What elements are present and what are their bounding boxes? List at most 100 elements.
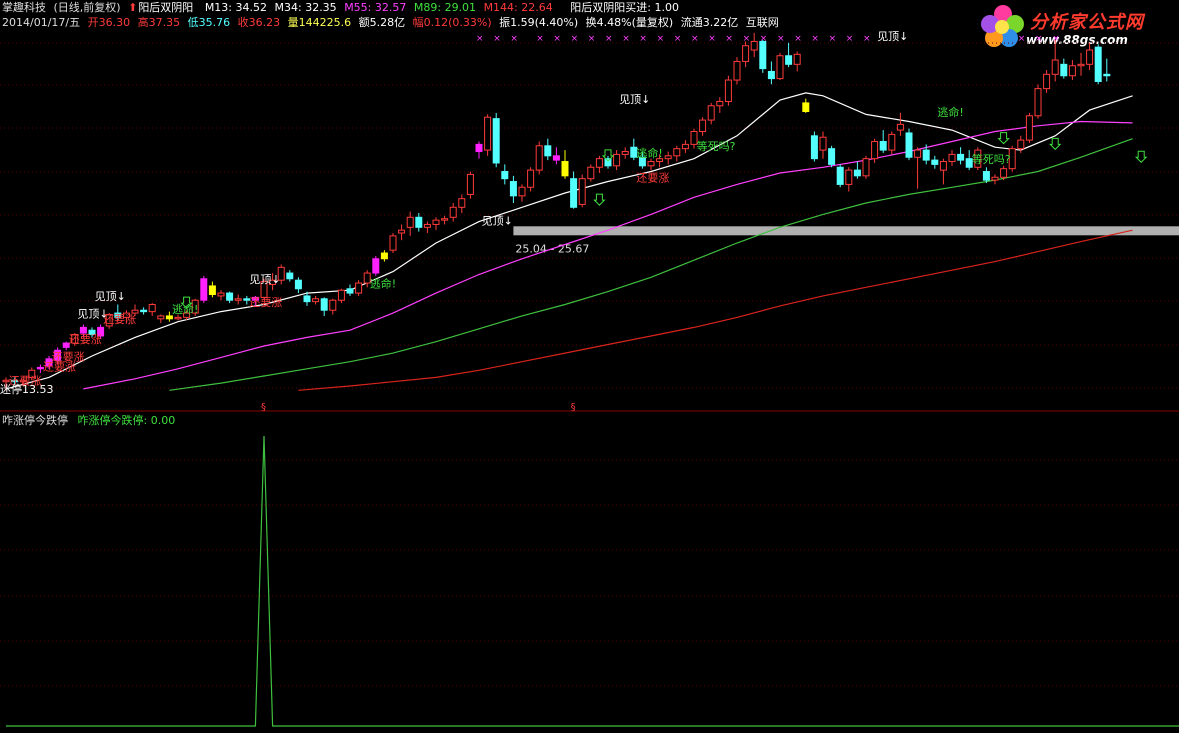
candle — [613, 150, 621, 171]
candle — [475, 141, 483, 159]
x-marker: × — [760, 34, 768, 44]
candle — [337, 288, 345, 304]
candle-body — [165, 315, 173, 320]
candle-body — [527, 169, 535, 188]
candle-body — [1025, 115, 1033, 141]
sub-indicator-line — [6, 435, 1179, 727]
candle-body — [1077, 63, 1085, 67]
signal-label: 还要涨 — [43, 360, 76, 373]
candle — [810, 131, 818, 162]
x-marker: × — [639, 34, 647, 44]
candle — [785, 42, 793, 68]
x-marker: × — [863, 34, 871, 44]
candle — [432, 217, 440, 231]
candle-body — [174, 316, 182, 320]
candle — [1068, 60, 1076, 81]
candle — [449, 202, 457, 222]
candle-body — [1068, 65, 1076, 77]
candle — [724, 75, 732, 106]
signal-label: 逃命! — [370, 276, 396, 290]
x-marker: × — [1035, 34, 1043, 44]
signal-label: 逃命! — [937, 105, 963, 119]
candle-body — [1060, 63, 1068, 77]
candle — [208, 281, 216, 298]
candle-body — [871, 141, 879, 160]
candle — [793, 51, 801, 72]
x-marker: × — [691, 34, 699, 44]
candle-body — [699, 119, 707, 133]
candle — [501, 164, 509, 185]
candle — [604, 155, 612, 169]
candle-body — [475, 143, 483, 153]
candle — [329, 298, 337, 315]
candle — [948, 150, 956, 166]
candle-body — [157, 315, 165, 320]
candle-body — [140, 309, 148, 313]
candle — [750, 32, 758, 58]
candle-body — [518, 186, 526, 197]
candle-body — [759, 40, 767, 70]
candle-body — [208, 285, 216, 295]
x-marker: × — [476, 34, 484, 44]
candle — [415, 213, 423, 232]
candle — [570, 171, 578, 209]
candle — [286, 270, 294, 282]
signal-label: 逃命! — [636, 146, 662, 160]
candle — [518, 184, 526, 202]
candle — [707, 102, 715, 125]
candle-body — [896, 123, 904, 131]
down-arrow-icon — [1134, 150, 1148, 163]
candle — [802, 98, 810, 113]
x-marker: × — [777, 34, 785, 44]
candle-body — [286, 272, 294, 280]
candle-body — [595, 158, 603, 168]
candle-body — [604, 158, 612, 167]
candle — [939, 158, 947, 185]
candle-body — [406, 216, 414, 228]
signal-label: 迷停13.53 — [0, 382, 54, 396]
candle — [484, 114, 492, 156]
candle — [888, 131, 896, 155]
candle-body — [957, 153, 965, 161]
ma-line-m13 — [5, 92, 1133, 390]
candle — [578, 174, 586, 208]
candle-body — [1017, 139, 1025, 150]
candle — [896, 112, 904, 136]
candle-body — [613, 153, 621, 167]
candle — [234, 294, 242, 305]
candle — [509, 175, 517, 203]
x-marker: × — [553, 34, 561, 44]
candle-body — [845, 169, 853, 185]
sub-indicator-panel — [6, 435, 1179, 727]
candle-body — [810, 135, 818, 160]
candle-body — [303, 295, 311, 303]
grid-lines — [0, 42, 1179, 687]
candle — [673, 145, 681, 162]
signal-label: 还要涨 — [103, 313, 136, 326]
signal-label: 见顶↓ — [877, 30, 908, 43]
candle-body — [793, 53, 801, 65]
chart-canvas[interactable]: 25.04 - 25.67 × × × × × × × × × × × × × × × × × × × × × × × × × ×… — [0, 0, 1179, 733]
support-band: 25.04 - 25.67 — [513, 226, 1179, 255]
candle-body — [914, 149, 922, 158]
candle-body — [879, 141, 887, 151]
candle — [862, 155, 870, 179]
candle-body — [621, 151, 629, 155]
candle — [544, 138, 552, 161]
candle-body — [707, 105, 715, 121]
candle — [217, 290, 225, 301]
candle — [836, 164, 844, 188]
signal-markers: × × × × × × × × × × × × × × × × × × × × × × × × × × § § — [180, 34, 1148, 413]
candle-body — [535, 145, 543, 171]
candle — [991, 174, 999, 185]
candle-body — [828, 148, 836, 165]
candle — [389, 233, 397, 254]
candle — [312, 295, 320, 305]
signal-label: 逃命! — [172, 302, 198, 316]
candle-body — [647, 161, 655, 167]
candle — [845, 167, 853, 192]
candle — [140, 307, 148, 315]
candle-body — [905, 132, 913, 158]
candle — [294, 277, 302, 294]
candle — [733, 57, 741, 85]
